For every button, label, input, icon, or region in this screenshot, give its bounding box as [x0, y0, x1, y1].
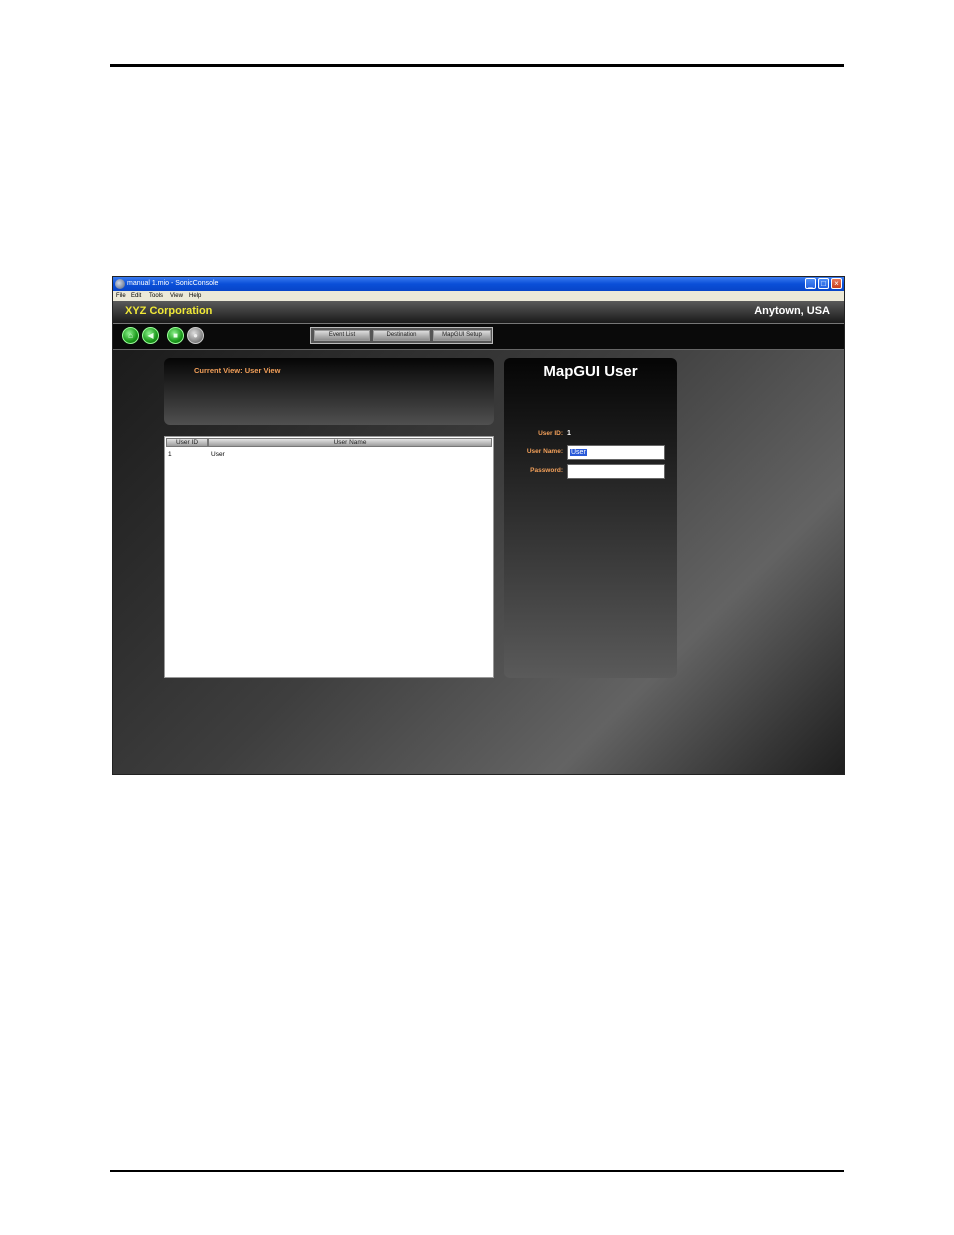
menu-view[interactable]: View — [170, 291, 183, 301]
location-name: Anytown, USA — [754, 305, 830, 317]
company-name: XYZ Corporation — [125, 305, 213, 317]
main-content: Current View: User View User ID User Nam… — [113, 350, 844, 774]
menu-tools[interactable]: Tools — [149, 291, 163, 301]
user-name-label: User Name: — [526, 448, 563, 455]
user-name-value: User — [570, 449, 587, 456]
close-button[interactable]: × — [831, 278, 842, 289]
destination-button[interactable]: Destination — [373, 330, 430, 341]
current-view-panel: Current View: User View — [164, 358, 494, 425]
current-view-label: Current View: User View — [194, 366, 281, 375]
menu-bar: File Edit Tools View Help — [113, 291, 844, 301]
title-bar[interactable]: manual 1.mio - SonicConsole _ □ × — [113, 277, 844, 291]
record-icon[interactable]: ● — [187, 327, 204, 344]
back-arrow-icon[interactable]: ◀ — [142, 327, 159, 344]
stop-icon[interactable]: ■ — [167, 327, 184, 344]
password-label: Password: — [530, 467, 563, 474]
cell-user-name: User — [211, 451, 225, 458]
menu-file[interactable]: File — [116, 291, 126, 301]
user-table: User ID User Name 1 User — [164, 436, 494, 678]
page-top-rule — [110, 64, 844, 67]
user-id-label: User ID: — [538, 430, 563, 437]
user-panel-title: MapGUI User — [543, 363, 638, 380]
maximize-button[interactable]: □ — [818, 278, 829, 289]
app-window: manual 1.mio - SonicConsole _ □ × File E… — [112, 276, 845, 775]
window-title: manual 1.mio - SonicConsole — [127, 280, 219, 287]
app-icon — [115, 279, 125, 289]
mapgui-setup-button[interactable]: MapGUI Setup — [433, 330, 491, 341]
user-id-value: 1 — [567, 430, 571, 437]
column-header-user-id[interactable]: User ID — [166, 438, 208, 447]
toolbar: ⌂ ◀ ■ ● Event List Destination MapGUI Se… — [113, 324, 844, 350]
cell-user-id: 1 — [168, 451, 172, 458]
password-input[interactable] — [567, 464, 665, 479]
menu-help[interactable]: Help — [189, 291, 201, 301]
mapgui-user-panel: MapGUI User User ID: 1 User Name: User P… — [504, 358, 677, 678]
event-list-button[interactable]: Event List — [314, 330, 370, 341]
home-icon[interactable]: ⌂ — [122, 327, 139, 344]
page-bottom-rule — [110, 1170, 844, 1172]
nav-button-group: Event List Destination MapGUI Setup — [310, 327, 493, 344]
column-header-user-name[interactable]: User Name — [208, 438, 492, 447]
app-header: XYZ Corporation Anytown, USA — [113, 301, 844, 324]
menu-edit[interactable]: Edit — [131, 291, 141, 301]
user-name-input[interactable]: User — [567, 445, 665, 460]
minimize-button[interactable]: _ — [805, 278, 816, 289]
